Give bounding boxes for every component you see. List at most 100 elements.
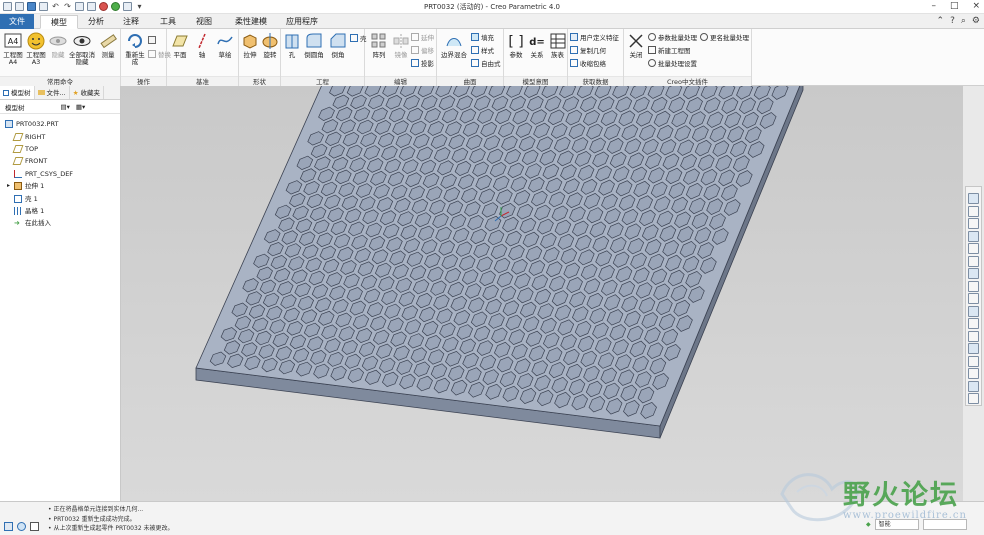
close-plugin-button[interactable]: 关闭	[626, 32, 646, 59]
point-display-icon[interactable]	[968, 368, 979, 379]
copy-small-button[interactable]	[148, 35, 156, 45]
sketch-button[interactable]: 草绘	[214, 32, 236, 59]
tree-item[interactable]: ▸ 拉伸 1	[0, 180, 120, 192]
tree-item[interactable]: 壳 1	[0, 192, 120, 204]
zoom-in-icon[interactable]	[968, 205, 979, 217]
eye-hidden-icon	[49, 36, 67, 46]
tree-settings-icon[interactable]: ▤▾	[61, 103, 70, 111]
fill-button[interactable]: 填充	[471, 32, 494, 42]
tab-annotate[interactable]: 注释	[114, 15, 148, 29]
tab-favorites[interactable]: ★ 收藏夹	[70, 86, 105, 99]
orient-icon[interactable]	[968, 243, 979, 254]
extend-button[interactable]: 延伸	[411, 32, 434, 42]
selection-field[interactable]	[922, 519, 967, 530]
measure-button[interactable]: 测量	[97, 32, 119, 59]
chamfer-icon	[330, 33, 346, 48]
annotation-display-icon[interactable]	[968, 305, 979, 317]
freestyle-button[interactable]: 自由式	[471, 58, 501, 68]
browser-icon[interactable]	[17, 522, 26, 531]
perspective-icon[interactable]	[968, 280, 979, 292]
regenerate-button[interactable]: 重新生成	[123, 32, 147, 66]
relations-button[interactable]: d= 关系	[527, 32, 547, 59]
param-batch-button[interactable]: 参数批量处理	[648, 32, 697, 42]
udf-button[interactable]: 用户定义特征	[570, 32, 619, 42]
expand-arrow-icon[interactable]: ▸	[7, 180, 10, 192]
help-icon[interactable]: ?	[950, 16, 955, 26]
tab-folder-browser[interactable]: 文件...	[35, 86, 70, 99]
spin-center-icon[interactable]	[968, 318, 979, 329]
tab-file[interactable]: 文件	[0, 14, 34, 29]
tab-analysis[interactable]: 分析	[80, 15, 112, 29]
tab-model-tree[interactable]: 模型树	[0, 86, 35, 99]
boundary-blend-button[interactable]: 边界混合	[439, 32, 469, 59]
pattern-icon	[371, 33, 386, 48]
pattern-button[interactable]: 阵列	[367, 32, 391, 59]
hole-button[interactable]: 孔	[283, 32, 301, 59]
drawing-a3-button[interactable]: 工程图 A3	[25, 32, 47, 66]
group-label-intent: 模型意图	[504, 76, 567, 86]
full-screen-icon[interactable]	[30, 522, 39, 531]
copy-geometry-button[interactable]: 复制几何	[570, 45, 606, 55]
mirror-icon	[393, 34, 409, 48]
style-button[interactable]: 样式	[471, 45, 494, 55]
axis-button[interactable]: 轴	[192, 32, 212, 59]
datum-plane-icon	[12, 132, 24, 141]
revolve-button[interactable]: 旋转	[260, 32, 280, 59]
family-table-button[interactable]: 族表	[548, 32, 567, 59]
extrude-button[interactable]: 拉伸	[240, 32, 260, 59]
new-drawing-button[interactable]: 新建工程图	[648, 45, 691, 55]
filter-icon[interactable]: ◆	[866, 521, 871, 528]
tree-item[interactable]: 晶格 1	[0, 205, 120, 217]
ruler-icon	[100, 34, 117, 49]
zoom-out-icon[interactable]	[968, 218, 979, 229]
tab-tools[interactable]: 工具	[150, 15, 186, 29]
csys-display-icon[interactable]	[968, 355, 979, 367]
tab-applications[interactable]: 应用程序	[280, 15, 324, 29]
navigator-icon[interactable]	[4, 522, 13, 531]
datum-display-icon[interactable]	[968, 293, 979, 304]
tree-item[interactable]: RIGHT	[0, 130, 120, 142]
tree-item[interactable]: PRT0032.PRT	[0, 118, 120, 130]
tree-item-label: PRT0032.PRT	[16, 120, 59, 129]
tree-item[interactable]: PRT_CSYS_DEF	[0, 168, 120, 180]
appearance-icon[interactable]	[968, 380, 979, 392]
tab-view[interactable]: 视图	[188, 15, 220, 29]
minimize-button[interactable]: –	[931, 1, 936, 11]
round-button[interactable]: 倒圆角	[302, 32, 326, 59]
batch-settings-button[interactable]: 批量处理设置	[648, 58, 697, 68]
title-bar: ↶ ↷ ▾ PRT0032 (活动的) - Creo Parametric 4.…	[0, 0, 984, 14]
shrinkwrap-button[interactable]: 收缩包络	[570, 58, 606, 68]
saved-views-icon[interactable]	[968, 255, 979, 267]
plane-display-icon[interactable]	[968, 330, 979, 342]
axis-display-icon[interactable]	[968, 343, 979, 354]
chamfer-button[interactable]: 倒角	[327, 32, 349, 59]
refit-icon[interactable]	[968, 193, 979, 204]
drawing-a4-button[interactable]: A4 工程图 A4	[2, 32, 24, 66]
minimize-ribbon-icon[interactable]: ⌃	[937, 16, 945, 26]
repaint-icon[interactable]	[968, 230, 979, 242]
unhide-all-button[interactable]: 全部取消 隐藏	[68, 32, 96, 66]
plane-button[interactable]: 平面	[170, 32, 190, 59]
parameters-button[interactable]: [ ] 参数	[506, 32, 526, 59]
tab-model[interactable]: 模型	[40, 15, 78, 29]
search-icon[interactable]: ⌕	[961, 16, 966, 26]
hide-button[interactable]: 隐藏	[48, 32, 68, 59]
project-button[interactable]: 投影	[411, 58, 434, 68]
tab-flexible-modeling[interactable]: 柔性建模	[226, 15, 276, 29]
settings-icon[interactable]: ⚙	[972, 16, 980, 26]
display-style-icon[interactable]	[968, 268, 979, 279]
smart-selection-filter[interactable]: 智能	[874, 519, 919, 530]
offset-button[interactable]: 偏移	[411, 45, 434, 55]
group-model-intent: [ ] 参数 d= 关系 族表 模型意图	[504, 29, 568, 86]
style-icon	[471, 46, 479, 54]
tree-filter-icon[interactable]: ▦▾	[76, 103, 85, 111]
tree-item[interactable]: ➜ 在此插入	[0, 217, 120, 229]
mirror-button[interactable]: 镜像	[392, 32, 410, 59]
section-icon[interactable]	[968, 393, 979, 404]
rename-batch-button[interactable]: 更名批量处理	[700, 32, 749, 42]
maximize-button[interactable]: □	[950, 1, 959, 11]
graphics-viewport[interactable]	[121, 86, 963, 501]
tree-item[interactable]: FRONT	[0, 155, 120, 167]
close-button[interactable]: ×	[972, 1, 980, 11]
tree-item[interactable]: TOP	[0, 143, 120, 155]
